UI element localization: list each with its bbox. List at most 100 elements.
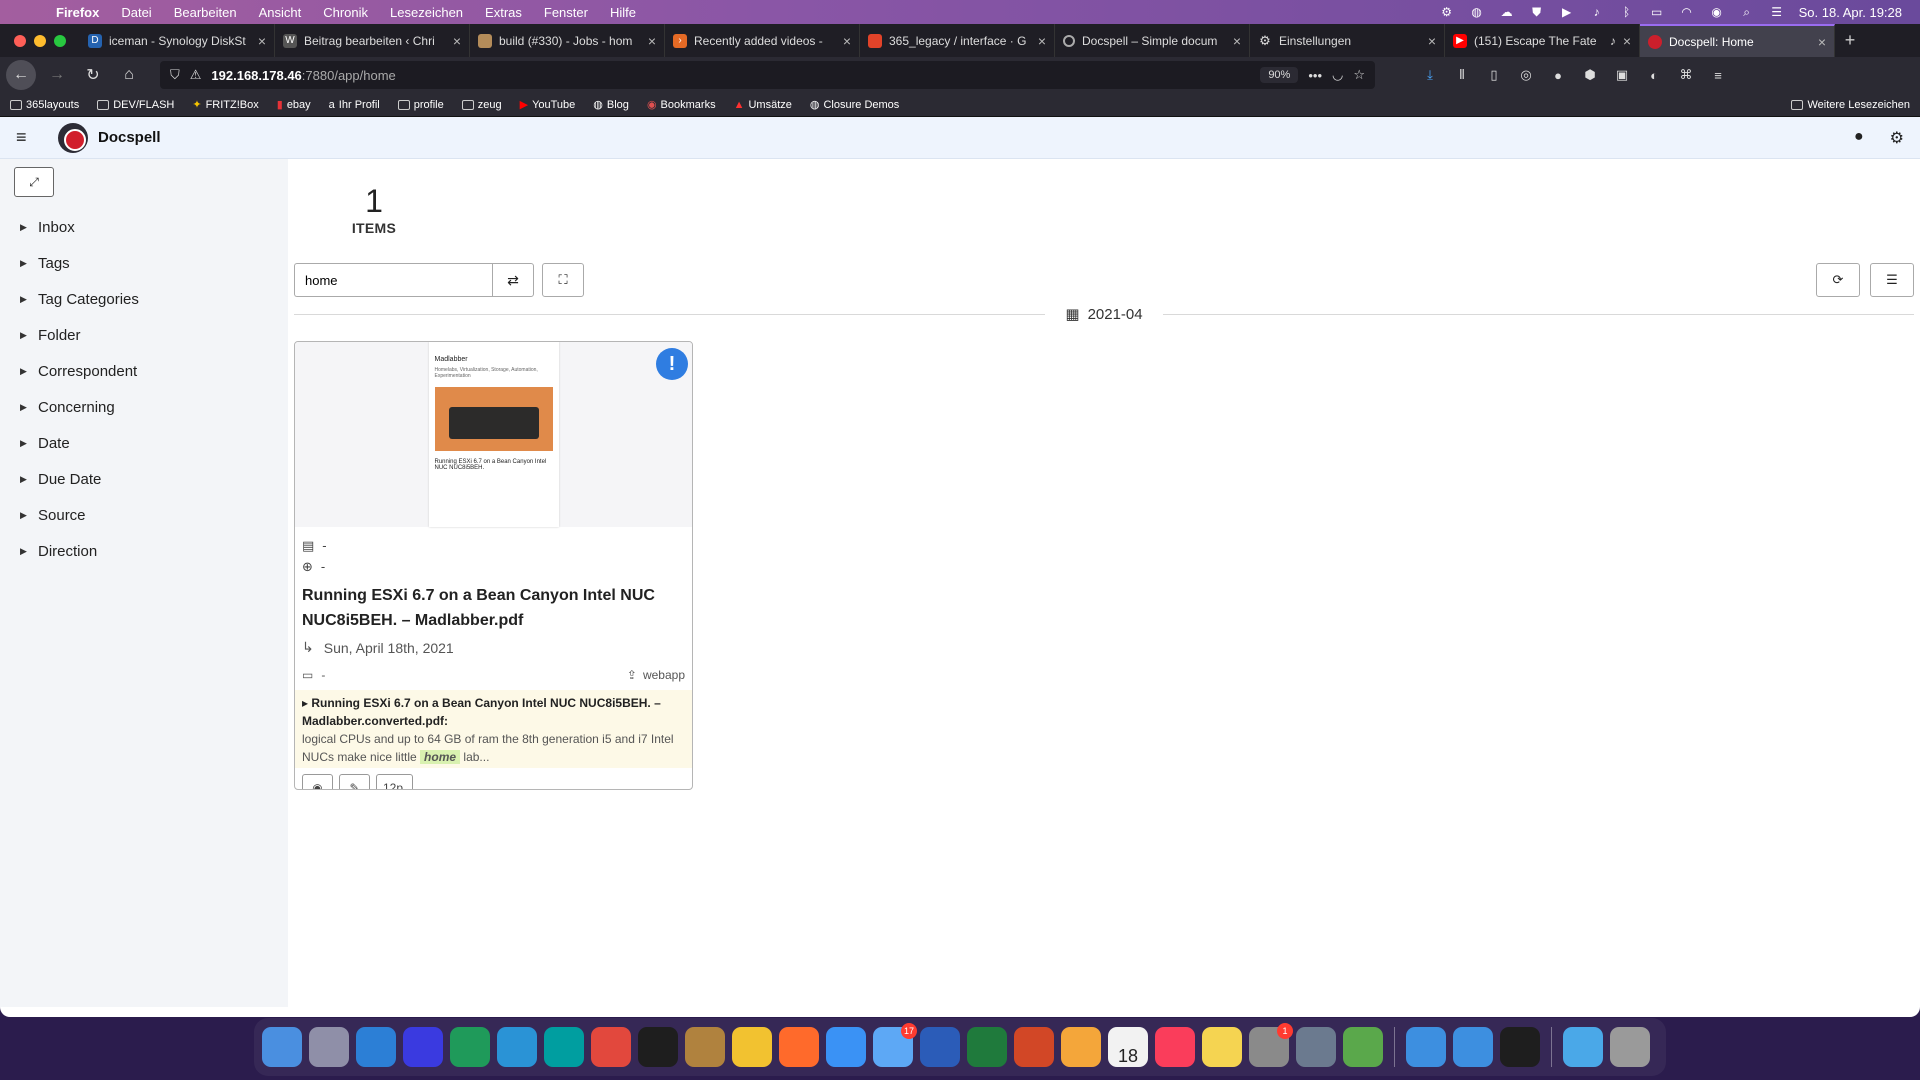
tab-docspell-docs[interactable]: Docspell – Simple docum × <box>1055 24 1250 57</box>
downloads-folder-icon[interactable] <box>1563 1027 1603 1067</box>
extension-dark-icon[interactable]: ● <box>1549 68 1567 83</box>
refresh-button[interactable]: ⟳ <box>1816 263 1860 297</box>
zoom-level-button[interactable]: 90% <box>1260 67 1299 83</box>
expand-all-button[interactable]: ⤢ <box>14 167 54 197</box>
menu-chronik[interactable]: Chronik <box>323 5 368 20</box>
spotlight-search-icon[interactable]: ⌕ <box>1739 5 1755 19</box>
sidebar-item-direction[interactable]: ▶ Direction <box>14 533 288 569</box>
safari-icon[interactable] <box>826 1027 866 1067</box>
close-tab-icon[interactable]: × <box>453 33 461 49</box>
bookmark-item[interactable]: ◍ Blog <box>593 98 629 112</box>
sidebar-item-due-date[interactable]: ▶ Due Date <box>14 461 288 497</box>
launchpad-icon[interactable] <box>309 1027 349 1067</box>
close-tab-icon[interactable]: × <box>1818 34 1826 50</box>
bookmark-item[interactable]: ▶ YouTube <box>520 98 576 112</box>
bookmark-item[interactable]: ◍ Closure Demos <box>810 98 899 112</box>
adblock-icon[interactable]: ⬢ <box>1581 67 1599 83</box>
extension-puzzle-icon[interactable]: ⌘ <box>1677 67 1695 83</box>
sidebar-item-tags[interactable]: ▶ Tags <box>14 245 288 281</box>
bookmark-folder[interactable]: profile <box>397 99 444 111</box>
sidebar-toggle-icon[interactable]: ▯ <box>1485 67 1503 83</box>
select-mode-button[interactable]: ☰ <box>1870 263 1914 297</box>
sidebar-item-concerning[interactable]: ▶ Concerning <box>14 389 288 425</box>
item-title[interactable]: Running ESXi 6.7 on a Bean Canyon Intel … <box>302 583 685 633</box>
battery-icon[interactable]: ▭ <box>1649 5 1665 19</box>
menu-lesezeichen[interactable]: Lesezeichen <box>390 5 463 20</box>
bookmark-item[interactable]: a Ihr Profil <box>329 99 380 111</box>
bookmark-item[interactable]: ▲ Umsätze <box>734 99 792 111</box>
play-status-icon[interactable]: ▶ <box>1559 5 1575 19</box>
search-input[interactable] <box>294 263 492 297</box>
close-tab-icon[interactable]: × <box>843 33 851 49</box>
gear-status-icon[interactable]: ⚙ <box>1439 5 1455 19</box>
menu-app-name[interactable]: Firefox <box>56 5 99 20</box>
preview-app-icon[interactable] <box>1296 1027 1336 1067</box>
powershell-icon[interactable] <box>403 1027 443 1067</box>
forward-button[interactable]: → <box>42 60 72 90</box>
tracking-shield-icon[interactable]: ⛉ <box>170 67 180 83</box>
library-icon[interactable]: ⫴ <box>1453 67 1471 83</box>
more-bookmarks[interactable]: Weitere Lesezeichen <box>1791 99 1910 111</box>
photos-icon[interactable] <box>1061 1027 1101 1067</box>
menu-datei[interactable]: Datei <box>121 5 151 20</box>
zoom-window-button[interactable] <box>54 34 66 47</box>
tab-docspell-home[interactable]: Docspell: Home × <box>1640 24 1835 57</box>
menu-bearbeiten[interactable]: Bearbeiten <box>174 5 237 20</box>
sidebar-item-correspondent[interactable]: ▶ Correspondent <box>14 353 288 389</box>
page-actions-icon[interactable]: ••• <box>1308 68 1322 83</box>
notes-icon[interactable] <box>1202 1027 1242 1067</box>
tab-einstellungen[interactable]: ⚙ Einstellungen × <box>1250 24 1445 57</box>
mail-icon[interactable]: 17 <box>873 1023 917 1067</box>
pocket-icon[interactable]: ◡ <box>1332 67 1343 83</box>
wifi-icon[interactable]: ◠ <box>1679 5 1695 19</box>
preview-button[interactable]: ◉ <box>302 774 333 789</box>
audio-playing-icon[interactable]: ♪ <box>1610 34 1616 48</box>
fullscreen-button[interactable]: ⛶ <box>542 263 584 297</box>
bookmark-item[interactable]: ▮ ebay <box>277 98 311 112</box>
menu-ansicht[interactable]: Ansicht <box>259 5 302 20</box>
reload-button[interactable]: ↻ <box>78 60 108 90</box>
music-icon[interactable] <box>1155 1027 1195 1067</box>
arduino-icon[interactable] <box>544 1027 584 1067</box>
volume-icon[interactable]: ♪ <box>1589 5 1605 19</box>
cube-app-icon[interactable] <box>1343 1027 1383 1067</box>
sidebar-item-inbox[interactable]: ▶ Inbox <box>14 209 288 245</box>
bookmark-item[interactable]: ◉ Bookmarks <box>647 98 716 112</box>
menu-fenster[interactable]: Fenster <box>544 5 588 20</box>
user-status-icon[interactable]: ◉ <box>1709 5 1725 19</box>
powerpoint-icon[interactable] <box>1014 1027 1054 1067</box>
firefox-icon[interactable] <box>779 1027 819 1067</box>
app-brand[interactable]: Docspell <box>98 129 161 146</box>
tab-youtube[interactable]: ▶ (151) Escape The Fate ♪ × <box>1445 24 1640 57</box>
terminal-app-icon[interactable] <box>638 1027 678 1067</box>
pycharm-icon[interactable] <box>450 1027 490 1067</box>
sidebar-item-folder[interactable]: ▶ Folder <box>14 317 288 353</box>
edit-button[interactable]: ✎ <box>339 774 370 789</box>
item-preview[interactable]: Madlabber Homelabs, Virtualization, Stor… <box>295 342 692 527</box>
bookmark-folder[interactable]: zeug <box>461 99 502 111</box>
word-icon[interactable] <box>920 1027 960 1067</box>
search-mode-toggle-button[interactable]: ⇄ <box>492 263 534 297</box>
docspell-logo[interactable] <box>58 122 88 153</box>
tab-synology[interactable]: D iceman - Synology DiskSt × <box>80 24 275 57</box>
close-window-button[interactable] <box>14 34 26 47</box>
terminal-running-icon[interactable] <box>1500 1027 1540 1067</box>
url-bar[interactable]: ⛉ ⚠ 192.168.178.46:7880/app/home 90% •••… <box>160 61 1375 89</box>
docker-second-icon[interactable] <box>1453 1027 1493 1067</box>
tab-jenkins[interactable]: build (#330) - Jobs - hom × <box>470 24 665 57</box>
bookmark-folder[interactable]: 365layouts <box>10 99 79 111</box>
excel-icon[interactable] <box>967 1027 1007 1067</box>
extension-circle-icon[interactable]: ◐ <box>1645 68 1663 83</box>
control-center-icon[interactable]: ☰ <box>1769 5 1785 19</box>
tab-wordpress[interactable]: W Beitrag bearbeiten ‹ Chri × <box>275 24 470 57</box>
chrome-icon[interactable] <box>732 1027 772 1067</box>
menu-hilfe[interactable]: Hilfe <box>610 5 636 20</box>
close-tab-icon[interactable]: × <box>1428 33 1436 49</box>
downloads-icon[interactable]: ⤓ <box>1421 67 1439 83</box>
git-client-icon[interactable] <box>591 1027 631 1067</box>
menu-clock[interactable]: So. 18. Apr. 19:28 <box>1799 5 1902 20</box>
account-icon[interactable]: ◎ <box>1517 67 1535 83</box>
bookmark-star-icon[interactable]: ☆ <box>1353 67 1365 83</box>
bookmark-item[interactable]: ✦ FRITZ!Box <box>192 98 258 112</box>
bookmark-folder[interactable]: DEV/FLASH <box>97 99 174 111</box>
